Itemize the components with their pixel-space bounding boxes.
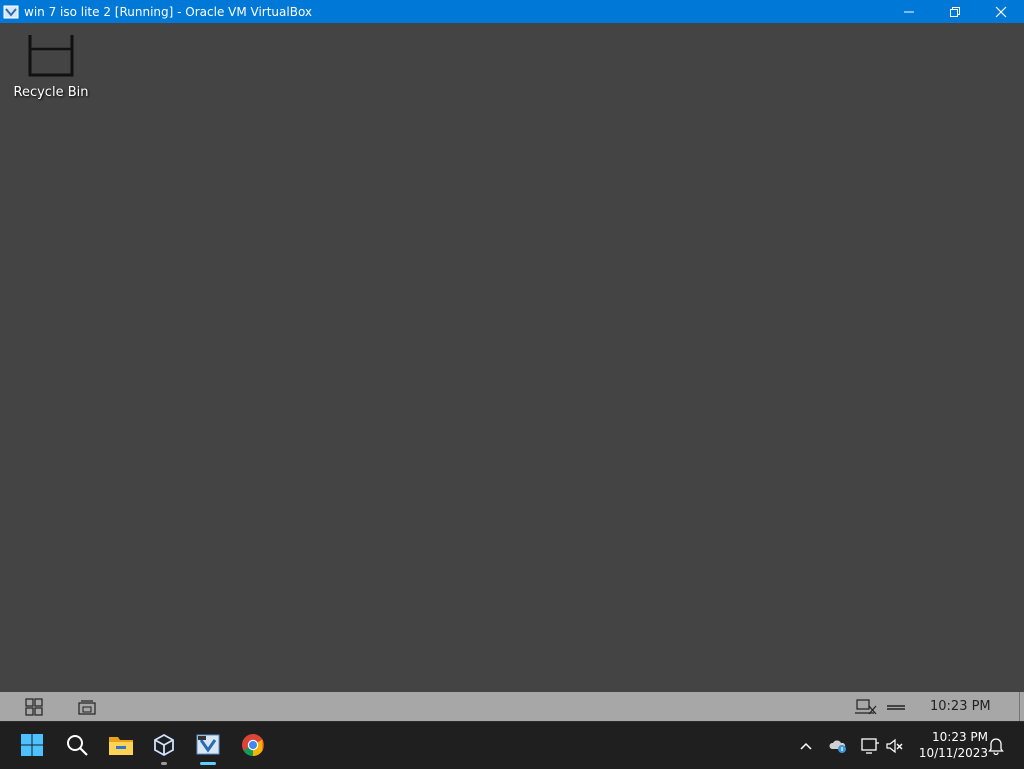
desktop-icon-label: Recycle Bin: [13, 85, 89, 100]
minimize-button[interactable]: [886, 0, 932, 23]
volume-muted-icon: [886, 738, 903, 754]
volume-tray[interactable]: [885, 736, 905, 756]
virtualbox-vm-icon: [196, 734, 220, 755]
guest-network-tray[interactable]: [854, 697, 878, 717]
show-desktop-icon: [78, 700, 96, 715]
network-icon: [855, 699, 877, 715]
host-taskbar: 10:23 PM 10/11/2023: [0, 721, 1024, 769]
virtualbox-vm-button[interactable]: [194, 731, 222, 765]
chrome-button[interactable]: [239, 731, 267, 759]
clock-time: 10:23 PM: [932, 730, 988, 744]
chrome-icon: [242, 734, 264, 756]
file-explorer-button[interactable]: [107, 731, 135, 759]
notifications-button[interactable]: [986, 736, 1006, 756]
virtualbox-app-icon: [3, 4, 19, 20]
close-icon: [995, 6, 1007, 17]
windows-start-icon: [21, 734, 43, 756]
virtualbox-title-bar[interactable]: win 7 iso lite 2 [Running] - Oracle VM V…: [0, 0, 1024, 23]
onedrive-icon: [829, 740, 846, 753]
guest-show-desktop-button[interactable]: [77, 697, 97, 717]
clock-date: 10/11/2023: [918, 746, 988, 760]
window-title: win 7 iso lite 2 [Running] - Oracle VM V…: [24, 4, 313, 19]
guest-clock[interactable]: 10:23 PM: [930, 699, 991, 714]
virtualbox-manager-button[interactable]: [150, 731, 178, 765]
close-button[interactable]: [978, 0, 1024, 23]
start-grid-icon: [25, 698, 43, 716]
search-button[interactable]: [63, 731, 91, 759]
active-indicator: [200, 762, 216, 765]
restore-icon: [950, 6, 960, 17]
guest-taskbar-divider: [1019, 692, 1020, 721]
clock[interactable]: 10:23 PM 10/11/2023: [912, 729, 988, 761]
desktop-icon-recycle-bin[interactable]: Recycle Bin: [8, 31, 94, 100]
chevron-up-icon: [800, 742, 812, 750]
volume-icon: [887, 705, 905, 710]
guest-taskbar: 10:23 PM: [0, 692, 1024, 721]
restore-button[interactable]: [932, 0, 978, 23]
folder-icon: [109, 737, 133, 755]
virtualbox-icon: [154, 733, 174, 757]
search-icon: [67, 735, 88, 756]
display-tray[interactable]: [860, 736, 880, 756]
bell-icon: [988, 738, 1004, 755]
display-icon: [861, 738, 879, 754]
guest-volume-tray[interactable]: [886, 697, 906, 717]
guest-desktop[interactable]: Recycle Bin: [0, 23, 1024, 692]
start-button[interactable]: [18, 731, 46, 759]
running-indicator: [161, 762, 167, 765]
show-hidden-icons-button[interactable]: [796, 736, 816, 756]
guest-start-button[interactable]: [24, 697, 44, 717]
onedrive-tray[interactable]: [828, 736, 848, 756]
recycle-bin-icon: [28, 35, 74, 77]
minimize-icon: [904, 11, 914, 12]
